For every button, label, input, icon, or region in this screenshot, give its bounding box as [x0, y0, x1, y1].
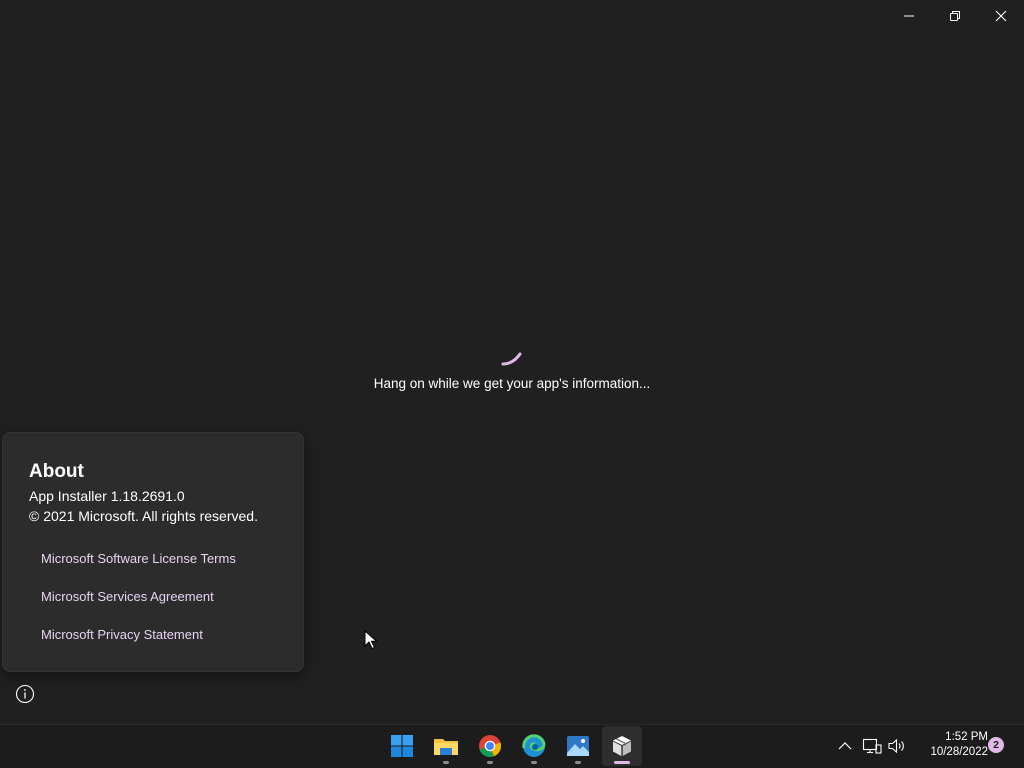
minimize-button[interactable] [886, 0, 932, 32]
volume-button[interactable] [886, 735, 908, 757]
photos-icon [567, 736, 589, 756]
speaker-icon [888, 738, 904, 754]
file-explorer-button[interactable] [426, 726, 466, 766]
services-agreement-link[interactable]: Microsoft Services Agreement [41, 589, 214, 604]
loading-spinner-icon [501, 352, 522, 366]
app-installer-button[interactable] [602, 726, 642, 766]
running-indicator [487, 761, 493, 764]
restore-button[interactable] [932, 0, 978, 32]
about-panel: About App Installer 1.18.2691.0 © 2021 M… [2, 432, 304, 672]
app-installer-icon [613, 736, 631, 756]
clock-time: 1:52 PM [945, 731, 988, 743]
close-button[interactable] [978, 0, 1024, 32]
copyright-text: © 2021 Microsoft. All rights reserved. [29, 508, 258, 524]
restore-icon [950, 11, 960, 21]
chrome-icon [479, 735, 502, 757]
chevron-up-icon [838, 742, 852, 750]
taskbar: 1:52 PM 10/28/2022 2 [0, 724, 1024, 768]
running-indicator [443, 761, 449, 764]
close-icon [995, 10, 1007, 22]
notification-badge[interactable]: 2 [988, 737, 1004, 753]
mouse-cursor-icon [364, 630, 378, 650]
loading-message: Hang on while we get your app's informat… [373, 376, 651, 391]
app-installer-window: Hang on while we get your app's informat… [0, 0, 1024, 724]
about-title: About [29, 461, 84, 482]
file-explorer-icon [434, 739, 458, 755]
edge-button[interactable] [514, 726, 554, 766]
app-version: App Installer 1.18.2691.0 [29, 488, 185, 504]
privacy-statement-link[interactable]: Microsoft Privacy Statement [41, 627, 203, 642]
show-hidden-icons-button[interactable] [834, 735, 856, 757]
start-icon [391, 735, 413, 757]
edge-icon [522, 734, 546, 757]
chrome-button[interactable] [470, 726, 510, 766]
clock-date: 10/28/2022 [930, 746, 988, 758]
info-icon [15, 684, 35, 704]
start-button[interactable] [382, 726, 422, 766]
running-indicator [531, 761, 537, 764]
minimize-icon [904, 15, 914, 17]
network-button[interactable] [861, 735, 883, 757]
network-icon [862, 738, 882, 754]
caption-buttons [886, 0, 1024, 32]
license-terms-link[interactable]: Microsoft Software License Terms [41, 551, 236, 566]
loading-area: Hang on while we get your app's informat… [0, 344, 1024, 391]
system-clock[interactable]: 1:52 PM 10/28/2022 [912, 730, 988, 760]
photos-button[interactable] [558, 726, 598, 766]
info-button[interactable] [14, 683, 36, 705]
running-indicator [575, 761, 581, 764]
active-indicator [614, 761, 630, 764]
